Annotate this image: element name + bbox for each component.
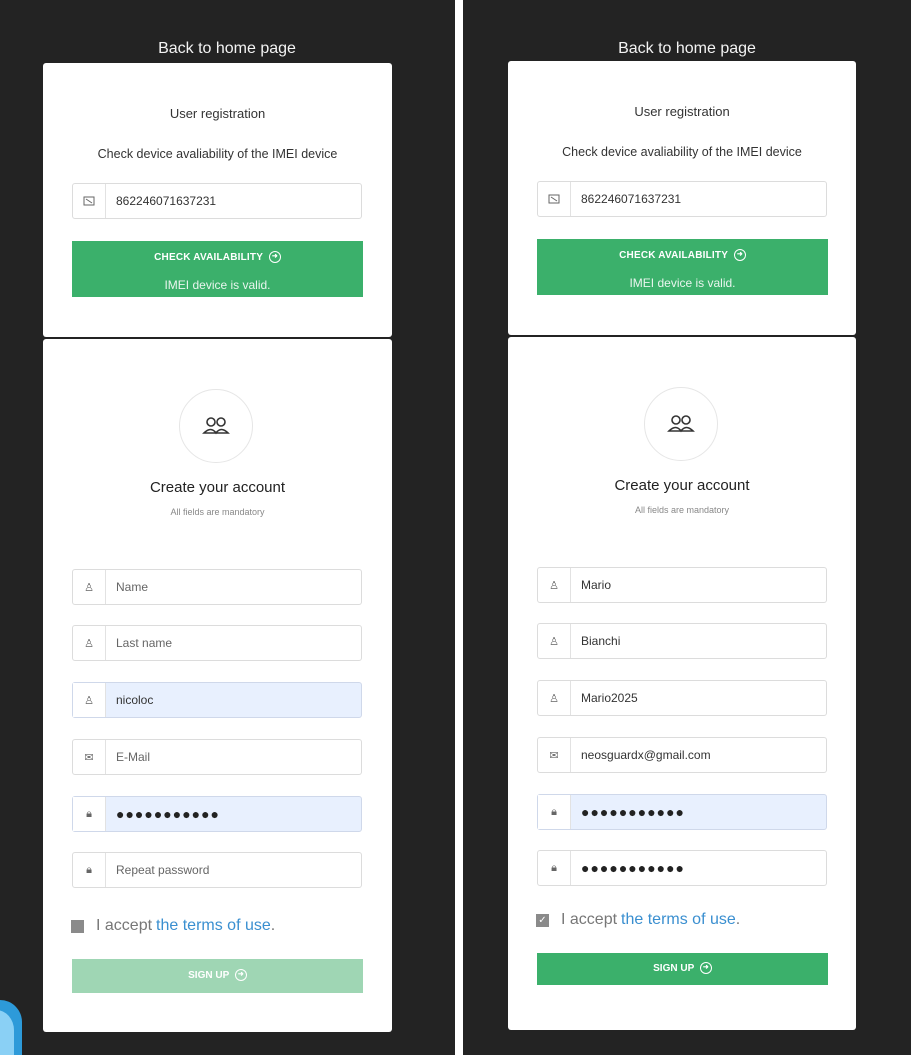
lock-icon: 🔒︎ bbox=[538, 795, 571, 829]
user-icon: ♙ bbox=[73, 626, 106, 660]
terms-link[interactable]: the terms of use bbox=[621, 911, 736, 929]
signup-button[interactable]: SIGN UP ➜ bbox=[537, 953, 828, 985]
password-field[interactable]: 🔒︎ ●●●●●●●●●●● bbox=[537, 794, 827, 830]
registration-subtitle: Check device avaliability of the IMEI de… bbox=[562, 145, 802, 159]
last-name-field[interactable]: ♙ Bianchi bbox=[537, 623, 827, 659]
name-placeholder: Name bbox=[116, 580, 149, 594]
email-field[interactable]: ✉ neosguardx@gmail.com bbox=[537, 737, 827, 773]
check-availability-button[interactable]: CHECK AVAILABILITY ➜ bbox=[72, 241, 363, 274]
imei-input[interactable]: 862246071637231 bbox=[72, 183, 362, 219]
check-availability-label: CHECK AVAILABILITY bbox=[619, 250, 728, 261]
imei-check-card: User registration Check device avaliabil… bbox=[43, 63, 392, 337]
create-account-card: Create your account All fields are manda… bbox=[508, 337, 856, 1030]
email-value: neosguardx@gmail.com bbox=[581, 748, 711, 762]
arrow-circle-icon: ➜ bbox=[268, 251, 281, 264]
name-field[interactable]: ♙ Name bbox=[72, 569, 362, 605]
terms-row: I accept the terms of use . bbox=[71, 917, 275, 935]
registration-title: User registration bbox=[169, 106, 266, 121]
registration-subtitle: Check device avaliability of the IMEI de… bbox=[97, 147, 338, 161]
terms-prefix: I accept bbox=[96, 917, 153, 934]
mandatory-note: All fields are mandatory bbox=[170, 507, 265, 517]
users-icon bbox=[667, 415, 695, 433]
arrow-circle-icon: ➜ bbox=[234, 969, 247, 982]
terms-row: ✓ I accept the terms of use . bbox=[536, 911, 740, 929]
user-icon: ♙ bbox=[73, 683, 106, 717]
user-icon: ♙ bbox=[73, 570, 106, 604]
arrow-circle-icon: ➜ bbox=[699, 962, 712, 975]
username-field[interactable]: ♙ nicoloc bbox=[72, 682, 362, 718]
registration-title: User registration bbox=[634, 104, 730, 119]
back-to-home-link[interactable]: Back to home page bbox=[7, 40, 447, 58]
username-value: Mario2025 bbox=[581, 691, 638, 705]
terms-suffix: . bbox=[735, 911, 741, 928]
signup-button[interactable]: SIGN UP ➜ bbox=[72, 959, 363, 993]
email-field[interactable]: ✉ E-Mail bbox=[72, 739, 362, 775]
mandatory-note: All fields are mandatory bbox=[634, 505, 730, 515]
password-value: ●●●●●●●●●●● bbox=[581, 804, 686, 820]
imei-status-message: IMEI device is valid. bbox=[72, 274, 363, 297]
email-placeholder: E-Mail bbox=[116, 750, 151, 764]
check-availability-button[interactable]: CHECK AVAILABILITY ➜ bbox=[537, 239, 828, 272]
lock-icon: 🔒︎ bbox=[73, 853, 106, 887]
device-icon bbox=[538, 182, 571, 216]
imei-value: 862246071637231 bbox=[581, 192, 682, 206]
check-availability-label: CHECK AVAILABILITY bbox=[154, 252, 263, 263]
registration-panel-left: Back to home page User registration Chec… bbox=[0, 0, 455, 1055]
users-avatar bbox=[179, 389, 253, 463]
signup-label: SIGN UP bbox=[188, 970, 230, 981]
repeat-password-value: ●●●●●●●●●●● bbox=[581, 860, 686, 876]
arrow-circle-icon: ➜ bbox=[733, 249, 746, 262]
imei-status-message: IMEI device is valid. bbox=[537, 272, 828, 295]
terms-prefix: I accept bbox=[561, 911, 618, 928]
terms-checkbox-checked[interactable]: ✓ bbox=[536, 913, 549, 927]
last-name-field[interactable]: ♙ Last name bbox=[72, 625, 362, 661]
name-value: Mario bbox=[581, 578, 612, 592]
username-value: nicoloc bbox=[116, 693, 154, 707]
last-name-value: Bianchi bbox=[581, 634, 621, 648]
decorative-corner bbox=[0, 1000, 22, 1055]
user-icon: ♙ bbox=[538, 681, 571, 715]
name-field[interactable]: ♙ Mario bbox=[537, 567, 827, 603]
users-icon bbox=[202, 417, 230, 435]
password-value: ●●●●●●●●●●● bbox=[116, 806, 221, 822]
lock-icon: 🔒︎ bbox=[73, 797, 106, 831]
terms-suffix: . bbox=[270, 917, 276, 934]
registration-panel-right: Back to home page User registration Chec… bbox=[463, 0, 911, 1055]
signup-label: SIGN UP bbox=[653, 963, 695, 974]
username-field[interactable]: ♙ Mario2025 bbox=[537, 680, 827, 716]
user-icon: ♙ bbox=[538, 624, 571, 658]
envelope-icon: ✉ bbox=[538, 738, 571, 772]
terms-link[interactable]: the terms of use bbox=[156, 917, 271, 935]
users-avatar bbox=[644, 387, 718, 461]
create-account-title: Create your account bbox=[149, 479, 286, 496]
device-icon bbox=[73, 184, 106, 218]
create-account-title: Create your account bbox=[614, 477, 750, 494]
terms-checkbox[interactable] bbox=[71, 919, 84, 933]
imei-check-card: User registration Check device avaliabil… bbox=[508, 61, 856, 335]
last-name-placeholder: Last name bbox=[116, 636, 173, 650]
imei-input[interactable]: 862246071637231 bbox=[537, 181, 827, 217]
imei-value: 862246071637231 bbox=[116, 194, 217, 208]
lock-icon: 🔒︎ bbox=[538, 851, 571, 885]
user-icon: ♙ bbox=[538, 568, 571, 602]
password-field[interactable]: 🔒︎ ●●●●●●●●●●● bbox=[72, 796, 362, 832]
envelope-icon: ✉ bbox=[73, 740, 106, 774]
create-account-card: Create your account All fields are manda… bbox=[43, 339, 392, 1032]
repeat-password-placeholder: Repeat password bbox=[116, 863, 210, 877]
back-to-home-link[interactable]: Back to home page bbox=[463, 40, 911, 58]
repeat-password-field[interactable]: 🔒︎ ●●●●●●●●●●● bbox=[537, 850, 827, 886]
repeat-password-field[interactable]: 🔒︎ Repeat password bbox=[72, 852, 362, 888]
